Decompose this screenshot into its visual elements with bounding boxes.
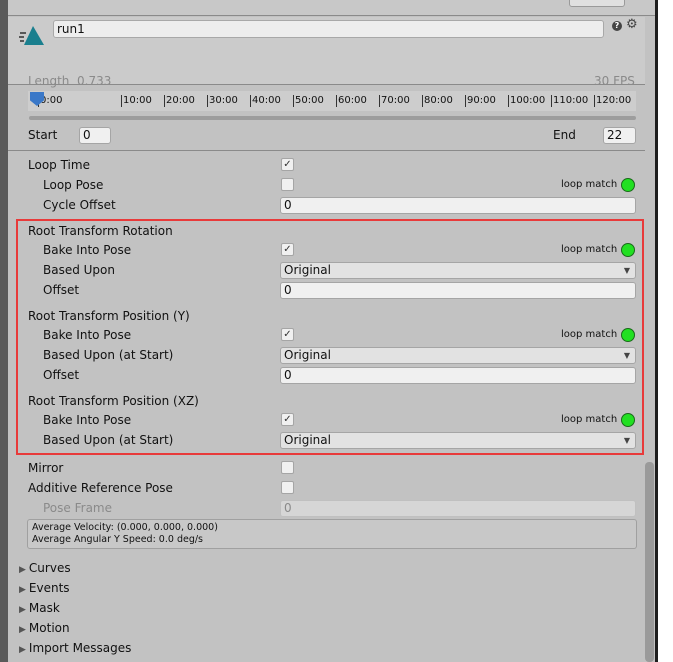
section-events[interactable]: ▶ Events xyxy=(19,578,70,598)
position-y-based-upon-label: Based Upon (at Start) xyxy=(43,348,174,362)
loop-match-indicator-icon xyxy=(621,328,635,342)
position-y-bake-label: Bake Into Pose xyxy=(43,328,132,342)
additive-pose-label: Additive Reference Pose xyxy=(28,481,173,495)
timeline-tick: 10:00 xyxy=(121,95,152,107)
length-value: 0.733 xyxy=(77,74,112,88)
timeline-tick: 110:00 xyxy=(551,95,589,107)
loop-time-label: Loop Time xyxy=(28,158,90,172)
timeline-tick: 40:00 xyxy=(250,95,281,107)
loop-pose-label: Loop Pose xyxy=(43,178,104,192)
gear-icon[interactable]: ⚙ xyxy=(626,17,638,32)
timeline-tick: 120:00 xyxy=(594,95,632,107)
loop-match-indicator-icon xyxy=(621,178,635,192)
mirror-checkbox[interactable] xyxy=(281,461,294,474)
timeline-tick: 90:00 xyxy=(465,95,496,107)
timeline-tick: 20:00 xyxy=(164,95,195,107)
dropdown-arrow-icon: ▼ xyxy=(623,351,630,360)
average-velocity-text: Average Velocity: (0.000, 0.000, 0.000) xyxy=(32,522,218,533)
rotation-bake-checkbox[interactable]: ✓ xyxy=(281,243,294,256)
timeline-tick: 100:00 xyxy=(508,95,546,107)
section-import-messages[interactable]: ▶ Import Messages xyxy=(19,638,131,658)
animation-clip-icon xyxy=(19,26,44,45)
fps-label: 30 FPS xyxy=(594,74,635,88)
timeline-tick: 30:00 xyxy=(207,95,238,107)
pose-frame-field: 0 xyxy=(280,500,636,517)
rotation-offset-field[interactable]: 0 xyxy=(280,282,636,299)
section-motion[interactable]: ▶ Motion xyxy=(19,618,70,638)
clip-name-field[interactable]: run1 xyxy=(53,20,604,38)
root-rotation-title: Root Transform Rotation xyxy=(28,224,173,238)
section-label: Events xyxy=(28,581,70,595)
dropdown-arrow-icon: ▼ xyxy=(623,436,630,445)
position-y-based-upon-dropdown[interactable]: Original ▼ xyxy=(280,347,636,364)
position-xz-based-upon-label: Based Upon (at Start) xyxy=(43,433,174,447)
expand-arrow-icon: ▶ xyxy=(19,605,26,615)
section-label: Curves xyxy=(28,561,71,575)
cycle-offset-field[interactable]: 0 xyxy=(280,197,636,214)
pose-frame-label: Pose Frame xyxy=(43,501,112,515)
motion-info-box: Average Velocity: (0.000, 0.000, 0.000) … xyxy=(27,519,637,549)
left-panel-edge xyxy=(0,0,8,662)
section-label: Motion xyxy=(28,621,70,635)
timeline-tick: 80:00 xyxy=(422,95,453,107)
divider xyxy=(8,150,645,151)
length-label: Length xyxy=(28,74,70,88)
expand-arrow-icon: ▶ xyxy=(19,585,26,595)
inspector-top-bar xyxy=(8,0,655,16)
additive-pose-checkbox[interactable] xyxy=(281,481,294,494)
loop-match-indicator-icon xyxy=(621,243,635,257)
expand-arrow-icon: ▶ xyxy=(19,625,26,635)
end-field[interactable]: 22 xyxy=(603,127,636,144)
start-label: Start xyxy=(28,128,58,142)
timeline-tick: 70:00 xyxy=(379,95,410,107)
rotation-bake-label: Bake Into Pose xyxy=(43,243,132,257)
section-mask[interactable]: ▶ Mask xyxy=(19,598,60,618)
loop-time-checkbox[interactable]: ✓ xyxy=(281,158,294,171)
dropdown-value: Original xyxy=(284,433,331,447)
expand-arrow-icon: ▶ xyxy=(19,645,26,655)
position-y-offset-field[interactable]: 0 xyxy=(280,367,636,384)
section-curves[interactable]: ▶ Curves xyxy=(19,558,71,578)
root-position-y-title: Root Transform Position (Y) xyxy=(28,309,190,323)
dropdown-value: Original xyxy=(284,348,331,362)
end-label: End xyxy=(553,128,576,142)
mirror-label: Mirror xyxy=(28,461,64,475)
loop-match-indicator-icon xyxy=(621,413,635,427)
loop-match-label: loop match xyxy=(561,179,618,190)
position-xz-bake-label: Bake Into Pose xyxy=(43,413,132,427)
rotation-offset-label: Offset xyxy=(43,283,80,297)
section-label: Mask xyxy=(28,601,60,615)
rotation-based-upon-dropdown[interactable]: Original ▼ xyxy=(280,262,636,279)
loop-match-label: loop match xyxy=(561,244,618,255)
scrollbar-thumb[interactable] xyxy=(645,462,654,662)
average-angular-speed-text: Average Angular Y Speed: 0.0 deg/s xyxy=(32,534,203,545)
expand-arrow-icon: ▶ xyxy=(19,565,26,575)
position-xz-based-upon-dropdown[interactable]: Original ▼ xyxy=(280,432,636,449)
range-bar[interactable] xyxy=(29,116,636,120)
loop-match-label: loop match xyxy=(561,329,618,340)
loop-pose-checkbox[interactable] xyxy=(281,178,294,191)
dropdown-value: Original xyxy=(284,263,331,277)
cycle-offset-label: Cycle Offset xyxy=(43,198,116,212)
position-y-bake-checkbox[interactable]: ✓ xyxy=(281,328,294,341)
root-position-xz-title: Root Transform Position (XZ) xyxy=(28,394,199,408)
timeline-ruler[interactable]: 0:00 10:00 20:00 30:00 40:00 50:00 60:00 70:00 8… xyxy=(28,91,636,111)
timeline-tick: 50:00 xyxy=(293,95,324,107)
timeline-tick: 60:00 xyxy=(336,95,367,107)
start-field[interactable]: 0 xyxy=(79,127,111,144)
help-icon[interactable]: ? xyxy=(612,21,622,31)
open-button[interactable] xyxy=(569,0,625,7)
loop-match-label: loop match xyxy=(561,414,618,425)
position-y-offset-label: Offset xyxy=(43,368,80,382)
section-label: Import Messages xyxy=(28,641,132,655)
rotation-based-upon-label: Based Upon xyxy=(43,263,115,277)
panel-divider[interactable] xyxy=(655,0,658,662)
position-xz-bake-checkbox[interactable]: ✓ xyxy=(281,413,294,426)
dropdown-arrow-icon: ▼ xyxy=(623,266,630,275)
